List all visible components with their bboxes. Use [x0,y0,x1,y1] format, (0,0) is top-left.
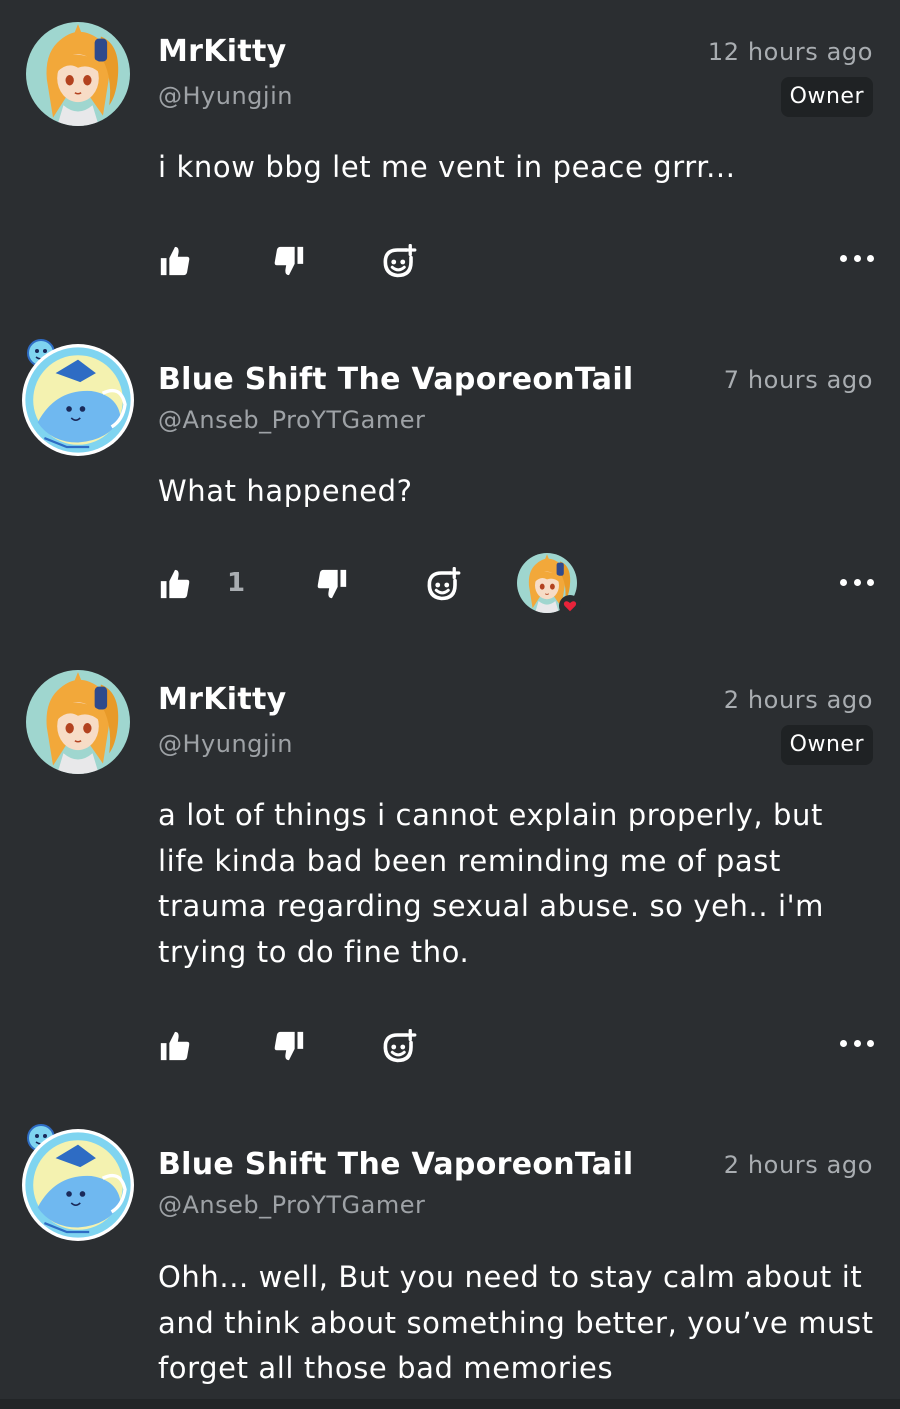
reaction-avatar[interactable] [517,553,581,617]
like-button[interactable] [158,567,192,601]
comment-item: MrKitty @Hyungjin 12 hours ago Owner i k… [0,0,900,320]
timestamp: 12 hours ago [707,38,873,66]
vaporeon-avatar-icon [22,344,134,456]
user-handle[interactable]: @Anseb_ProYTGamer [158,406,425,434]
avatar[interactable] [26,22,130,126]
dislike-button[interactable] [272,1029,306,1063]
thumbs-up-icon [158,1029,192,1063]
owner-badge: Owner [780,725,873,765]
add-reaction-icon [425,567,461,603]
like-button[interactable] [158,1029,192,1063]
owner-badge: Owner [780,77,873,117]
dislike-button[interactable] [272,244,306,278]
thumbs-up-icon [158,567,192,601]
more-options-icon [840,1039,847,1047]
comment-body: Ohh... well, But you need to stay calm a… [158,1260,874,1385]
avatar[interactable] [26,670,130,774]
comment-body: a lot of things i cannot explain properl… [158,798,825,969]
more-options-button[interactable] [840,1036,874,1050]
comment-body: i know bbg let me vent in peace grrr... [158,150,736,184]
user-handle[interactable]: @Hyungjin [158,82,293,110]
comment-item: Blue Shift The VaporeonTail @Anseb_ProYT… [0,320,900,645]
more-options-button[interactable] [840,575,874,589]
bottom-edge [0,1399,900,1409]
comment-body: What happened? [158,474,413,508]
add-reaction-button[interactable] [381,1029,417,1065]
timestamp: 2 hours ago [723,686,873,714]
display-name[interactable]: Blue Shift The VaporeonTail [158,362,634,397]
display-name[interactable]: MrKitty [158,682,287,717]
dislike-button[interactable] [315,567,349,601]
more-options-icon [840,578,847,586]
comment-feed: MrKitty @Hyungjin 12 hours ago Owner i k… [0,0,900,1409]
heart-icon [563,599,577,613]
display-name[interactable]: MrKitty [158,34,287,69]
add-reaction-icon [381,1029,417,1065]
thumbs-up-icon [158,244,192,278]
comment-item: Blue Shift The VaporeonTail @Anseb_ProYT… [0,1105,900,1409]
orange-hair-anime-avatar-icon [26,670,130,774]
like-count: 1 [227,568,246,598]
add-reaction-button[interactable] [425,567,461,603]
timestamp: 2 hours ago [723,1151,873,1179]
like-button[interactable] [158,244,192,278]
avatar[interactable] [22,1129,134,1241]
comment-item: MrKitty @Hyungjin 2 hours ago Owner a lo… [0,645,900,1105]
display-name[interactable]: Blue Shift The VaporeonTail [158,1147,634,1182]
user-handle[interactable]: @Hyungjin [158,730,293,758]
orange-hair-anime-avatar-icon [26,22,130,126]
thumbs-down-icon [272,244,306,278]
more-options-button[interactable] [840,251,874,265]
add-reaction-button[interactable] [381,244,417,280]
user-handle[interactable]: @Anseb_ProYTGamer [158,1191,425,1219]
more-options-icon [840,254,847,262]
timestamp: 7 hours ago [723,366,873,394]
add-reaction-icon [381,244,417,280]
thumbs-down-icon [315,567,349,601]
avatar[interactable] [22,344,134,456]
vaporeon-avatar-icon [22,1129,134,1241]
thumbs-down-icon [272,1029,306,1063]
